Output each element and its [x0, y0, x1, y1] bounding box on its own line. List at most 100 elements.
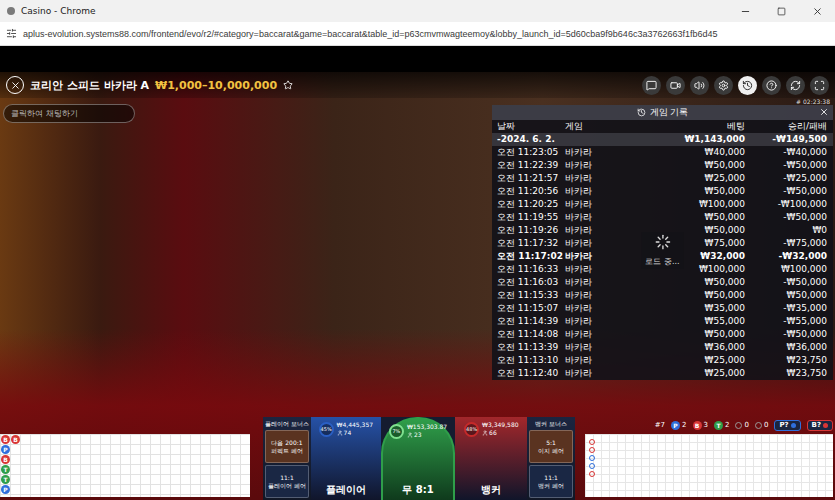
- history-row[interactable]: 오전 11:12:40바카라₩25,000₩23,750: [492, 367, 833, 380]
- fullscreen-button[interactable]: [810, 76, 829, 95]
- pair-bet[interactable]: 11:1뱅커 페어: [529, 465, 573, 498]
- history-row[interactable]: 오전 11:15:33바카라₩50,000₩50,000: [492, 289, 833, 302]
- road-mark: [589, 439, 595, 445]
- maximize-icon: [777, 7, 786, 16]
- url[interactable]: aplus-evolution.systems88.com/frontend/e…: [23, 29, 717, 39]
- settings-button[interactable]: [714, 76, 733, 95]
- game-clock: # 02:23:38: [796, 98, 833, 105]
- maximize-button[interactable]: [763, 0, 799, 22]
- history-row[interactable]: 오전 11:20:25바카라₩100,000-₩100,000: [492, 198, 833, 211]
- bonus-label: 플레이어 보너스: [265, 419, 309, 428]
- panel-close-button[interactable]: [819, 107, 829, 117]
- address-bar[interactable]: aplus-evolution.systems88.com/frontend/e…: [0, 22, 835, 46]
- panel-title: 게임 기록: [492, 105, 833, 120]
- pair-bet[interactable]: 11:1플레이어 페어: [265, 465, 309, 498]
- stat-count: P2: [671, 421, 686, 430]
- percent-ring: 7%: [389, 424, 404, 439]
- chat-button[interactable]: [642, 76, 661, 95]
- star-icon: [283, 80, 293, 90]
- history-row[interactable]: 오전 11:20:56바카라₩50,000-₩50,000: [492, 185, 833, 198]
- sound-icon: [694, 80, 705, 91]
- bet-amount: ₩3,349,580: [482, 421, 518, 429]
- bead: T: [1, 475, 10, 484]
- stat-count: B3: [693, 421, 708, 430]
- close-icon: [819, 107, 829, 117]
- history-icon: [637, 108, 646, 117]
- bead: T: [1, 465, 10, 474]
- video-button[interactable]: [666, 76, 685, 95]
- history-row[interactable]: 오전 11:21:57바카라₩25,000-₩25,000: [492, 172, 833, 185]
- history-row[interactable]: 오전 11:13:39바카라₩36,000₩36,000: [492, 341, 833, 354]
- history-row[interactable]: 오전 11:14:39바카라₩55,000-₩55,000: [492, 315, 833, 328]
- history-button[interactable]: [738, 76, 757, 95]
- bet-amount: ₩4,445,357: [337, 421, 373, 429]
- loading-indicator: 로드 중...: [641, 232, 683, 269]
- round-count: #7: [655, 421, 665, 429]
- close-button[interactable]: [799, 0, 835, 22]
- chat-input[interactable]: [3, 104, 135, 123]
- spot-label: 뱅커: [481, 483, 501, 497]
- pair-count: 0: [755, 421, 768, 429]
- history-row[interactable]: 오전 11:15:07바카라₩35,000-₩35,000: [492, 302, 833, 315]
- toolbar: [642, 76, 829, 95]
- side-bet[interactable]: 다음 200:1퍼펙트 페어: [265, 430, 309, 463]
- bead: B: [11, 435, 20, 444]
- player-count: 66: [482, 429, 518, 437]
- fullscreen-icon: [814, 80, 825, 91]
- big-road: [585, 434, 833, 497]
- road-mark: [589, 471, 595, 477]
- predict-button[interactable]: P?: [774, 420, 800, 431]
- refresh-button[interactable]: [786, 76, 805, 95]
- stat-count: T2: [714, 421, 729, 430]
- player-spot[interactable]: 45%₩4,445,35774플레이어: [311, 417, 381, 500]
- exit-button[interactable]: [6, 76, 24, 94]
- bead: P: [1, 445, 10, 454]
- video-icon: [670, 80, 681, 91]
- bottom-bar: BPBTTPB플레이어 보너스다음 200:1퍼펙트 페어11:1플레이어 페어…: [0, 417, 835, 500]
- banker-spot[interactable]: 48%₩3,349,58066 뱅커: [455, 417, 527, 500]
- column-header: 날짜: [497, 120, 565, 133]
- user-icon: [407, 432, 413, 438]
- bead: B: [1, 455, 10, 464]
- column-header: 베팅: [625, 120, 745, 133]
- history-row[interactable]: 오전 11:13:10바카라₩25,000₩23,750: [492, 354, 833, 367]
- tie-spot[interactable]: 7%₩153,303.8723무 8:1: [381, 417, 456, 500]
- close-icon: [812, 6, 823, 17]
- site-settings-icon[interactable]: [6, 28, 17, 39]
- refresh-icon: [790, 80, 801, 91]
- spot-label: 플레이어: [326, 483, 366, 497]
- minimize-button[interactable]: [727, 0, 763, 22]
- bead: B: [1, 435, 10, 444]
- side-bet[interactable]: 5:1이지 페어: [529, 430, 573, 463]
- history-panel: 게임 기록날짜게임베팅승리/패배-2024. 6. 2.₩1,143,000-₩…: [492, 105, 833, 380]
- predict-button[interactable]: B?: [807, 420, 833, 431]
- player-count: 23: [407, 431, 447, 439]
- spot-label: 무 8:1: [402, 483, 433, 497]
- history-row[interactable]: 오전 11:14:08바카라₩50,000-₩50,000: [492, 328, 833, 341]
- settings-icon: [718, 80, 729, 91]
- road-mark: [589, 455, 595, 461]
- history-row[interactable]: 오전 11:22:39바카라₩50,000-₩50,000: [492, 159, 833, 172]
- date-row[interactable]: -2024. 6. 2.₩1,143,000-₩149,500: [492, 133, 833, 146]
- history-row[interactable]: 오전 11:19:55바카라₩50,000-₩50,000: [492, 211, 833, 224]
- game-top-bar: 코리안 스피드 바카라 A₩1,000–10,000,000: [0, 72, 835, 98]
- sound-button[interactable]: [690, 76, 709, 95]
- favicon-icon: [6, 6, 16, 16]
- bead: P: [1, 485, 10, 494]
- pair-count: 0: [735, 421, 748, 429]
- game-area: 코리안 스피드 바카라 A₩1,000–10,000,000# 02:23:38…: [0, 72, 835, 500]
- history-row[interactable]: 오전 11:23:05바카라₩40,000-₩40,000: [492, 146, 833, 159]
- player-bonus: 플레이어 보너스다음 200:1퍼펙트 페어11:1플레이어 페어: [263, 417, 311, 500]
- minimize-icon: [740, 6, 751, 17]
- help-button[interactable]: [762, 76, 781, 95]
- user-icon: [337, 430, 343, 436]
- game-title: 코리안 스피드 바카라 A: [30, 78, 149, 93]
- player-count: 74: [337, 429, 373, 437]
- close-icon: [10, 80, 21, 91]
- percent-ring: 48%: [464, 422, 479, 437]
- spinner-icon: [654, 234, 670, 250]
- user-icon: [482, 430, 488, 436]
- history-row[interactable]: 오전 11:16:03바카라₩50,000-₩50,000: [492, 276, 833, 289]
- bet-area: 플레이어 보너스다음 200:1퍼펙트 페어11:1플레이어 페어45%₩4,4…: [263, 417, 575, 500]
- favorite-button[interactable]: [283, 80, 293, 90]
